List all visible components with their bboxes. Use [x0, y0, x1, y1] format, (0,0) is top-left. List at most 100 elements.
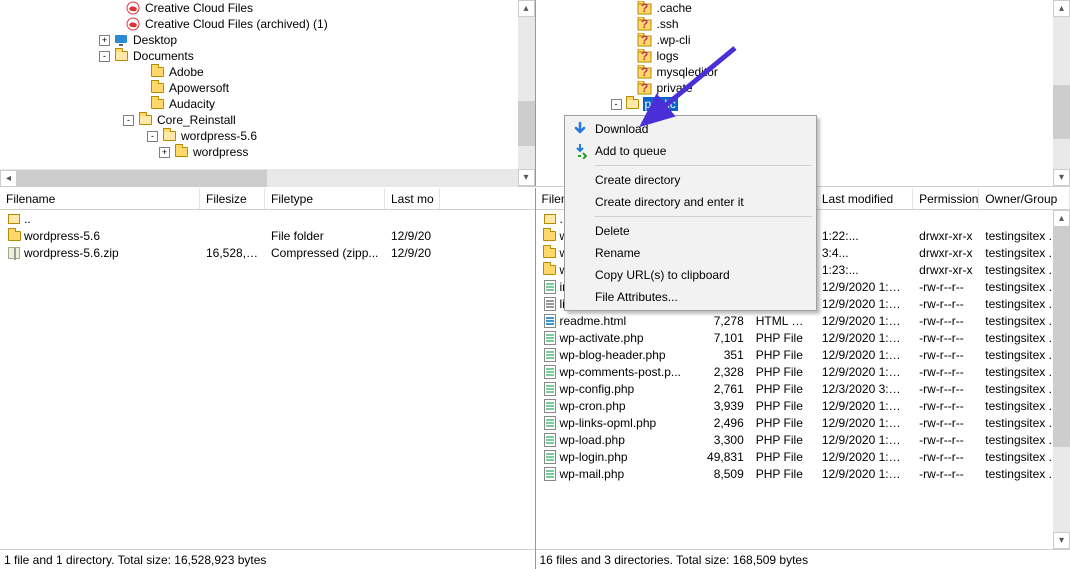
ctx-label: Copy URL(s) to clipboard: [595, 268, 730, 282]
list-row[interactable]: wp-blog-header.php351PHP File12/9/2020 1…: [536, 346, 1070, 363]
tree-label: Creative Cloud Files (archived) (1): [143, 17, 330, 31]
ctx-label: Delete: [595, 224, 630, 238]
tree-label: mysqleditor: [655, 65, 720, 79]
scroll-down-button[interactable]: ▾: [1053, 169, 1070, 186]
tree-label: Core_Reinstall: [155, 113, 238, 127]
tree-item[interactable]: -public: [536, 96, 1054, 112]
cell-mod: 12/9/2020 1:22:...: [816, 280, 913, 294]
tree-item[interactable]: - Core_Reinstall: [0, 112, 535, 128]
column-header[interactable]: Permissions: [913, 188, 979, 209]
tree-item[interactable]: +Desktop: [0, 32, 535, 48]
folder-open-icon: [161, 128, 177, 144]
v-scrollbar[interactable]: ▴ ▾: [1053, 210, 1070, 549]
tree-item[interactable]: ?mysqleditor: [536, 64, 1054, 80]
php-file-icon: [542, 466, 558, 482]
column-header[interactable]: Filesize: [200, 188, 265, 209]
folder-icon: [149, 64, 165, 80]
cell-mod: 12/3/2020 3:43:...: [816, 382, 913, 396]
tree-item[interactable]: Apowersoft: [0, 80, 535, 96]
cell-mod: 12/9/20: [385, 229, 440, 243]
tree-item[interactable]: +wordpress: [0, 144, 535, 160]
ctx-copy-url-s-to-clipboard[interactable]: Copy URL(s) to clipboard: [567, 264, 814, 286]
tree-item[interactable]: ?logs: [536, 48, 1054, 64]
creative-cloud-icon: [125, 16, 141, 32]
txt-file-icon: [542, 296, 558, 312]
scroll-left-button[interactable]: ◂: [0, 170, 17, 187]
list-row[interactable]: wordpress-5.6File folder12/9/20: [0, 227, 535, 244]
cell-size: 3,300: [698, 433, 749, 447]
cell-name: wp-links-opml.php: [536, 415, 699, 431]
ctx-add-to-queue[interactable]: Add to queue: [567, 140, 814, 162]
ctx-create-directory-and-enter-it[interactable]: Create directory and enter it: [567, 191, 814, 213]
list-row[interactable]: wp-comments-post.p...2,328PHP File12/9/2…: [536, 363, 1070, 380]
list-row[interactable]: wp-activate.php7,101PHP File12/9/2020 1:…: [536, 329, 1070, 346]
list-row[interactable]: wp-mail.php8,509PHP File12/9/2020 1:22:.…: [536, 465, 1070, 482]
tree-item[interactable]: -wordpress-5.6: [0, 128, 535, 144]
scroll-down-button[interactable]: ▾: [518, 169, 535, 186]
h-scrollbar[interactable]: ◂ ▸: [0, 169, 535, 186]
column-header[interactable]: Last modified: [816, 188, 913, 209]
scroll-up-button[interactable]: ▴: [1053, 0, 1070, 17]
ctx-download[interactable]: Download: [567, 118, 814, 140]
php-file-icon: [542, 432, 558, 448]
list-row[interactable]: wp-links-opml.php2,496PHP File12/9/2020 …: [536, 414, 1070, 431]
scroll-down-button[interactable]: ▾: [1053, 532, 1070, 549]
cell-size: 2,328: [698, 365, 749, 379]
desktop-icon: [113, 32, 129, 48]
tree-item[interactable]: ?.cache: [536, 0, 1054, 16]
list-row[interactable]: wp-cron.php3,939PHP File12/9/2020 1:22:.…: [536, 397, 1070, 414]
tree-expander[interactable]: -: [611, 99, 622, 110]
tree-expander[interactable]: -: [147, 131, 158, 142]
tree-expander[interactable]: +: [99, 35, 110, 46]
tree-item[interactable]: ?.wp-cli: [536, 32, 1054, 48]
tree-label: Adobe: [167, 65, 206, 79]
local-tree[interactable]: Creative Cloud FilesCreative Cloud Files…: [0, 0, 535, 169]
tree-item[interactable]: -Documents: [0, 48, 535, 64]
list-row[interactable]: wp-load.php3,300PHP File12/9/2020 1:22:.…: [536, 431, 1070, 448]
list-row[interactable]: readme.html7,278HTML File12/9/2020 1:22:…: [536, 312, 1070, 329]
tree-label: logs: [655, 49, 681, 63]
local-list-header[interactable]: FilenameFilesizeFiletypeLast mo: [0, 188, 535, 210]
tree-item[interactable]: ?private: [536, 80, 1054, 96]
column-header[interactable]: Last mo: [385, 188, 440, 209]
list-row[interactable]: wp-config.php2,761PHP File12/3/2020 3:43…: [536, 380, 1070, 397]
cell-perm: -rw-r--r--: [913, 348, 979, 362]
column-header[interactable]: Filetype: [265, 188, 385, 209]
column-header[interactable]: Owner/Group: [979, 188, 1070, 209]
cell-type: PHP File: [750, 331, 816, 345]
folder-icon: [542, 262, 558, 278]
tree-item[interactable]: Creative Cloud Files: [0, 0, 535, 16]
local-list-body[interactable]: ..wordpress-5.6File folder12/9/20wordpre…: [0, 210, 535, 549]
cell-mod: 12/9/2020 1:22:...: [816, 331, 913, 345]
list-row[interactable]: ..: [0, 210, 535, 227]
tree-expander[interactable]: -: [123, 115, 134, 126]
cell-size: 16,528,923: [200, 246, 265, 260]
ctx-delete[interactable]: Delete: [567, 220, 814, 242]
tree-item[interactable]: Adobe: [0, 64, 535, 80]
tree-item[interactable]: Creative Cloud Files (archived) (1): [0, 16, 535, 32]
cell-name: wp-login.php: [536, 449, 699, 465]
ctx-file-attributes-[interactable]: File Attributes...: [567, 286, 814, 308]
tree-label: Audacity: [167, 97, 217, 111]
tree-expander[interactable]: -: [99, 51, 110, 62]
question-folder-icon: ?: [637, 80, 653, 96]
tree-expander[interactable]: +: [159, 147, 170, 158]
scroll-up-button[interactable]: ▴: [1053, 210, 1070, 227]
cell-perm: -rw-r--r--: [913, 433, 979, 447]
scroll-up-button[interactable]: ▴: [518, 0, 535, 17]
v-scrollbar[interactable]: ▴ ▾: [1053, 0, 1070, 186]
php-file-icon: [542, 398, 558, 414]
ctx-rename[interactable]: Rename: [567, 242, 814, 264]
cell-name: wp-mail.php: [536, 466, 699, 482]
question-folder-icon: ?: [637, 16, 653, 32]
v-scrollbar[interactable]: ▴ ▾: [518, 0, 535, 186]
cell-mod: 12/9/2020 1:22:...: [816, 416, 913, 430]
tree-item[interactable]: Audacity: [0, 96, 535, 112]
list-row[interactable]: wp-login.php49,831PHP File12/9/2020 1:22…: [536, 448, 1070, 465]
column-header[interactable]: Filename: [0, 188, 200, 209]
parent-dir-icon: [6, 211, 22, 227]
ctx-separator: [595, 216, 812, 217]
list-row[interactable]: wordpress-5.6.zip16,528,923Compressed (z…: [0, 244, 535, 261]
ctx-create-directory[interactable]: Create directory: [567, 169, 814, 191]
tree-item[interactable]: ?.ssh: [536, 16, 1054, 32]
